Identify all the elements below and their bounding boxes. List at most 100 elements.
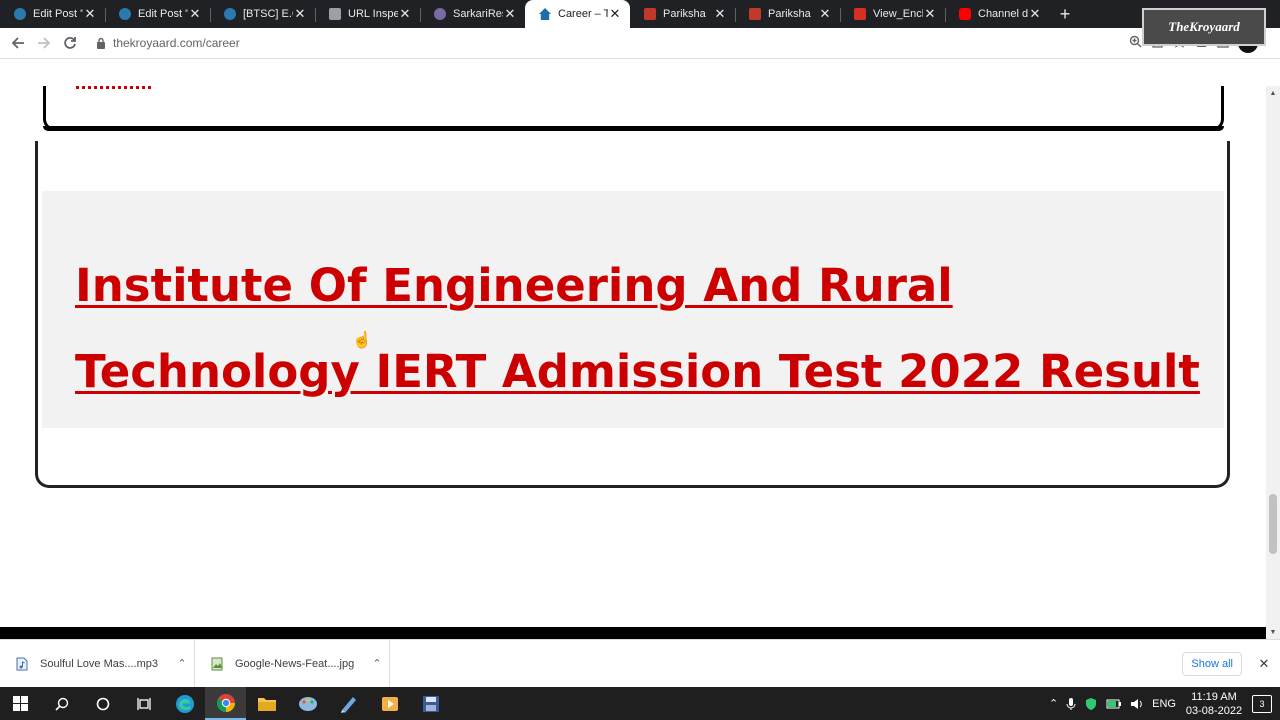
paint-app[interactable] [287, 687, 328, 720]
pdf-icon [854, 8, 866, 20]
wordpress-icon [14, 8, 26, 20]
editor-app[interactable] [328, 687, 369, 720]
cortana-icon [96, 697, 109, 710]
tab-pariksha-2[interactable]: Pariksha ✕ [735, 0, 840, 28]
new-tab-button[interactable]: + [1050, 0, 1080, 28]
edge-browser-icon [175, 694, 194, 713]
image-file-icon [211, 657, 223, 670]
tab-edit-post-1[interactable]: Edit Post "Je✕ [0, 0, 105, 28]
edge-app[interactable] [164, 687, 205, 720]
notification-center-icon[interactable]: 3 [1252, 694, 1272, 713]
scroll-down-arrow-icon[interactable]: ▼ [1266, 625, 1280, 639]
close-tab-icon[interactable]: ✕ [398, 6, 412, 22]
download-options-chevron-icon[interactable]: ⌃ [365, 657, 389, 670]
tab-view-enclosure[interactable]: View_Enclo✕ [840, 0, 945, 28]
reload-button[interactable] [57, 30, 83, 56]
scroll-up-arrow-icon[interactable]: ▲ [1266, 86, 1280, 100]
previous-card-shadow [43, 126, 1224, 131]
page-scrollbar[interactable]: ▲ ▼ [1266, 86, 1280, 639]
reload-icon [64, 37, 76, 49]
tab-btsc[interactable]: [BTSC] E.C.C✕ [210, 0, 315, 28]
tab-url-inspection[interactable]: URL Inspecti✕ [315, 0, 420, 28]
show-hidden-icons-chevron-icon[interactable]: ⌃ [1049, 697, 1058, 710]
chrome-browser-icon [216, 693, 235, 712]
language-indicator[interactable]: ENG [1152, 698, 1176, 710]
close-tab-icon[interactable]: ✕ [188, 6, 202, 22]
system-tray: ⌃ ENG 11:19 AM 03-08-2022 3 [1049, 690, 1280, 718]
windows-taskbar: ⌃ ENG 11:19 AM 03-08-2022 3 [0, 687, 1280, 720]
lock-icon[interactable] [95, 37, 107, 49]
audio-file-icon [16, 657, 28, 670]
close-download-shelf-icon[interactable]: ✕ [1252, 656, 1276, 672]
page-viewport: Institute Of Engineering And Rural Techn… [0, 86, 1266, 628]
download-options-chevron-icon[interactable]: ⌃ [170, 657, 194, 670]
browser-toolbar: thekroyaard.com/career [0, 28, 1280, 59]
cortana-button[interactable] [82, 687, 123, 720]
download-item-jpg[interactable]: Google-News-Feat....jpg ⌃ [195, 639, 390, 688]
pariksha-icon [644, 8, 656, 20]
download-shelf: Soulful Love Mas....mp3 ⌃ Google-News-Fe… [0, 639, 1280, 688]
tab-strip: Edit Post "Je✕ Edit Post "[I✕ [BTSC] E.C… [0, 0, 1280, 28]
tab-career[interactable]: Career – Th✕ [525, 0, 630, 28]
task-view-icon [136, 697, 151, 710]
wordpress-icon [224, 8, 236, 20]
home-icon [539, 8, 551, 20]
volume-icon[interactable] [1130, 698, 1144, 710]
site-icon [434, 8, 446, 20]
close-tab-icon[interactable]: ✕ [1028, 6, 1042, 22]
clock[interactable]: 11:19 AM 03-08-2022 [1184, 690, 1244, 718]
chrome-app[interactable] [205, 687, 246, 720]
close-tab-icon[interactable]: ✕ [923, 6, 937, 22]
search-console-icon [329, 8, 341, 20]
scroll-thumb[interactable] [1269, 494, 1277, 554]
close-tab-icon[interactable]: ✕ [818, 6, 832, 22]
show-all-downloads-button[interactable]: Show all [1182, 651, 1242, 676]
youtube-icon [959, 8, 971, 20]
clock-date: 03-08-2022 [1185, 704, 1243, 717]
site-footer-edge [0, 627, 1266, 639]
channel-watermark-logo: TheKroyaard [1142, 8, 1266, 46]
clock-time: 11:19 AM [1191, 690, 1237, 703]
paint-palette-icon [298, 696, 317, 711]
close-tab-icon[interactable]: ✕ [503, 6, 517, 22]
close-tab-icon[interactable]: ✕ [608, 6, 622, 22]
tab-edit-post-2[interactable]: Edit Post "[I✕ [105, 0, 210, 28]
pariksha-icon [749, 8, 761, 20]
close-tab-icon[interactable]: ✕ [293, 6, 307, 22]
battery-icon[interactable] [1106, 698, 1122, 710]
wordpress-icon [119, 8, 131, 20]
result-panel: Institute Of Engineering And Rural Techn… [42, 191, 1224, 428]
back-arrow-icon [11, 37, 24, 49]
tab-channel-dashboard[interactable]: Channel da✕ [945, 0, 1050, 28]
result-link-line-2[interactable]: Technology IERT Admission Test 2022 Resu… [75, 345, 1200, 398]
video-player-app[interactable] [369, 687, 410, 720]
zoom-icon[interactable] [1129, 35, 1142, 51]
search-icon [54, 697, 68, 711]
task-view-button[interactable] [123, 687, 164, 720]
result-link[interactable]: Institute Of Engineering And Rural Techn… [75, 259, 1200, 398]
tab-pariksha-1[interactable]: Pariksha ✕ [630, 0, 735, 28]
disk-app[interactable] [410, 687, 451, 720]
forward-arrow-icon [38, 37, 51, 49]
previous-card-bottom [43, 86, 1224, 131]
download-item-mp3[interactable]: Soulful Love Mas....mp3 ⌃ [0, 639, 195, 688]
tab-sarkari-result[interactable]: SarkariResu✕ [420, 0, 525, 28]
file-explorer-app[interactable] [246, 687, 287, 720]
result-link-line-1[interactable]: Institute Of Engineering And Rural [75, 259, 953, 312]
start-button[interactable] [0, 687, 41, 720]
video-player-icon [381, 696, 398, 711]
address-bar[interactable]: thekroyaard.com/career [89, 31, 1129, 55]
search-button[interactable] [41, 687, 82, 720]
hand-cursor-icon: ☝ [352, 332, 372, 349]
back-button[interactable] [5, 30, 31, 56]
notepad-icon [340, 696, 356, 713]
security-shield-icon[interactable] [1084, 697, 1098, 711]
previous-link-remnant [76, 86, 151, 89]
url-text: thekroyaard.com/career [113, 36, 240, 50]
close-tab-icon[interactable]: ✕ [713, 6, 727, 22]
close-tab-icon[interactable]: ✕ [83, 6, 97, 22]
microphone-icon[interactable] [1066, 697, 1076, 711]
forward-button[interactable] [31, 30, 57, 56]
folder-icon [257, 697, 276, 711]
notification-count: 3 [1259, 698, 1265, 709]
